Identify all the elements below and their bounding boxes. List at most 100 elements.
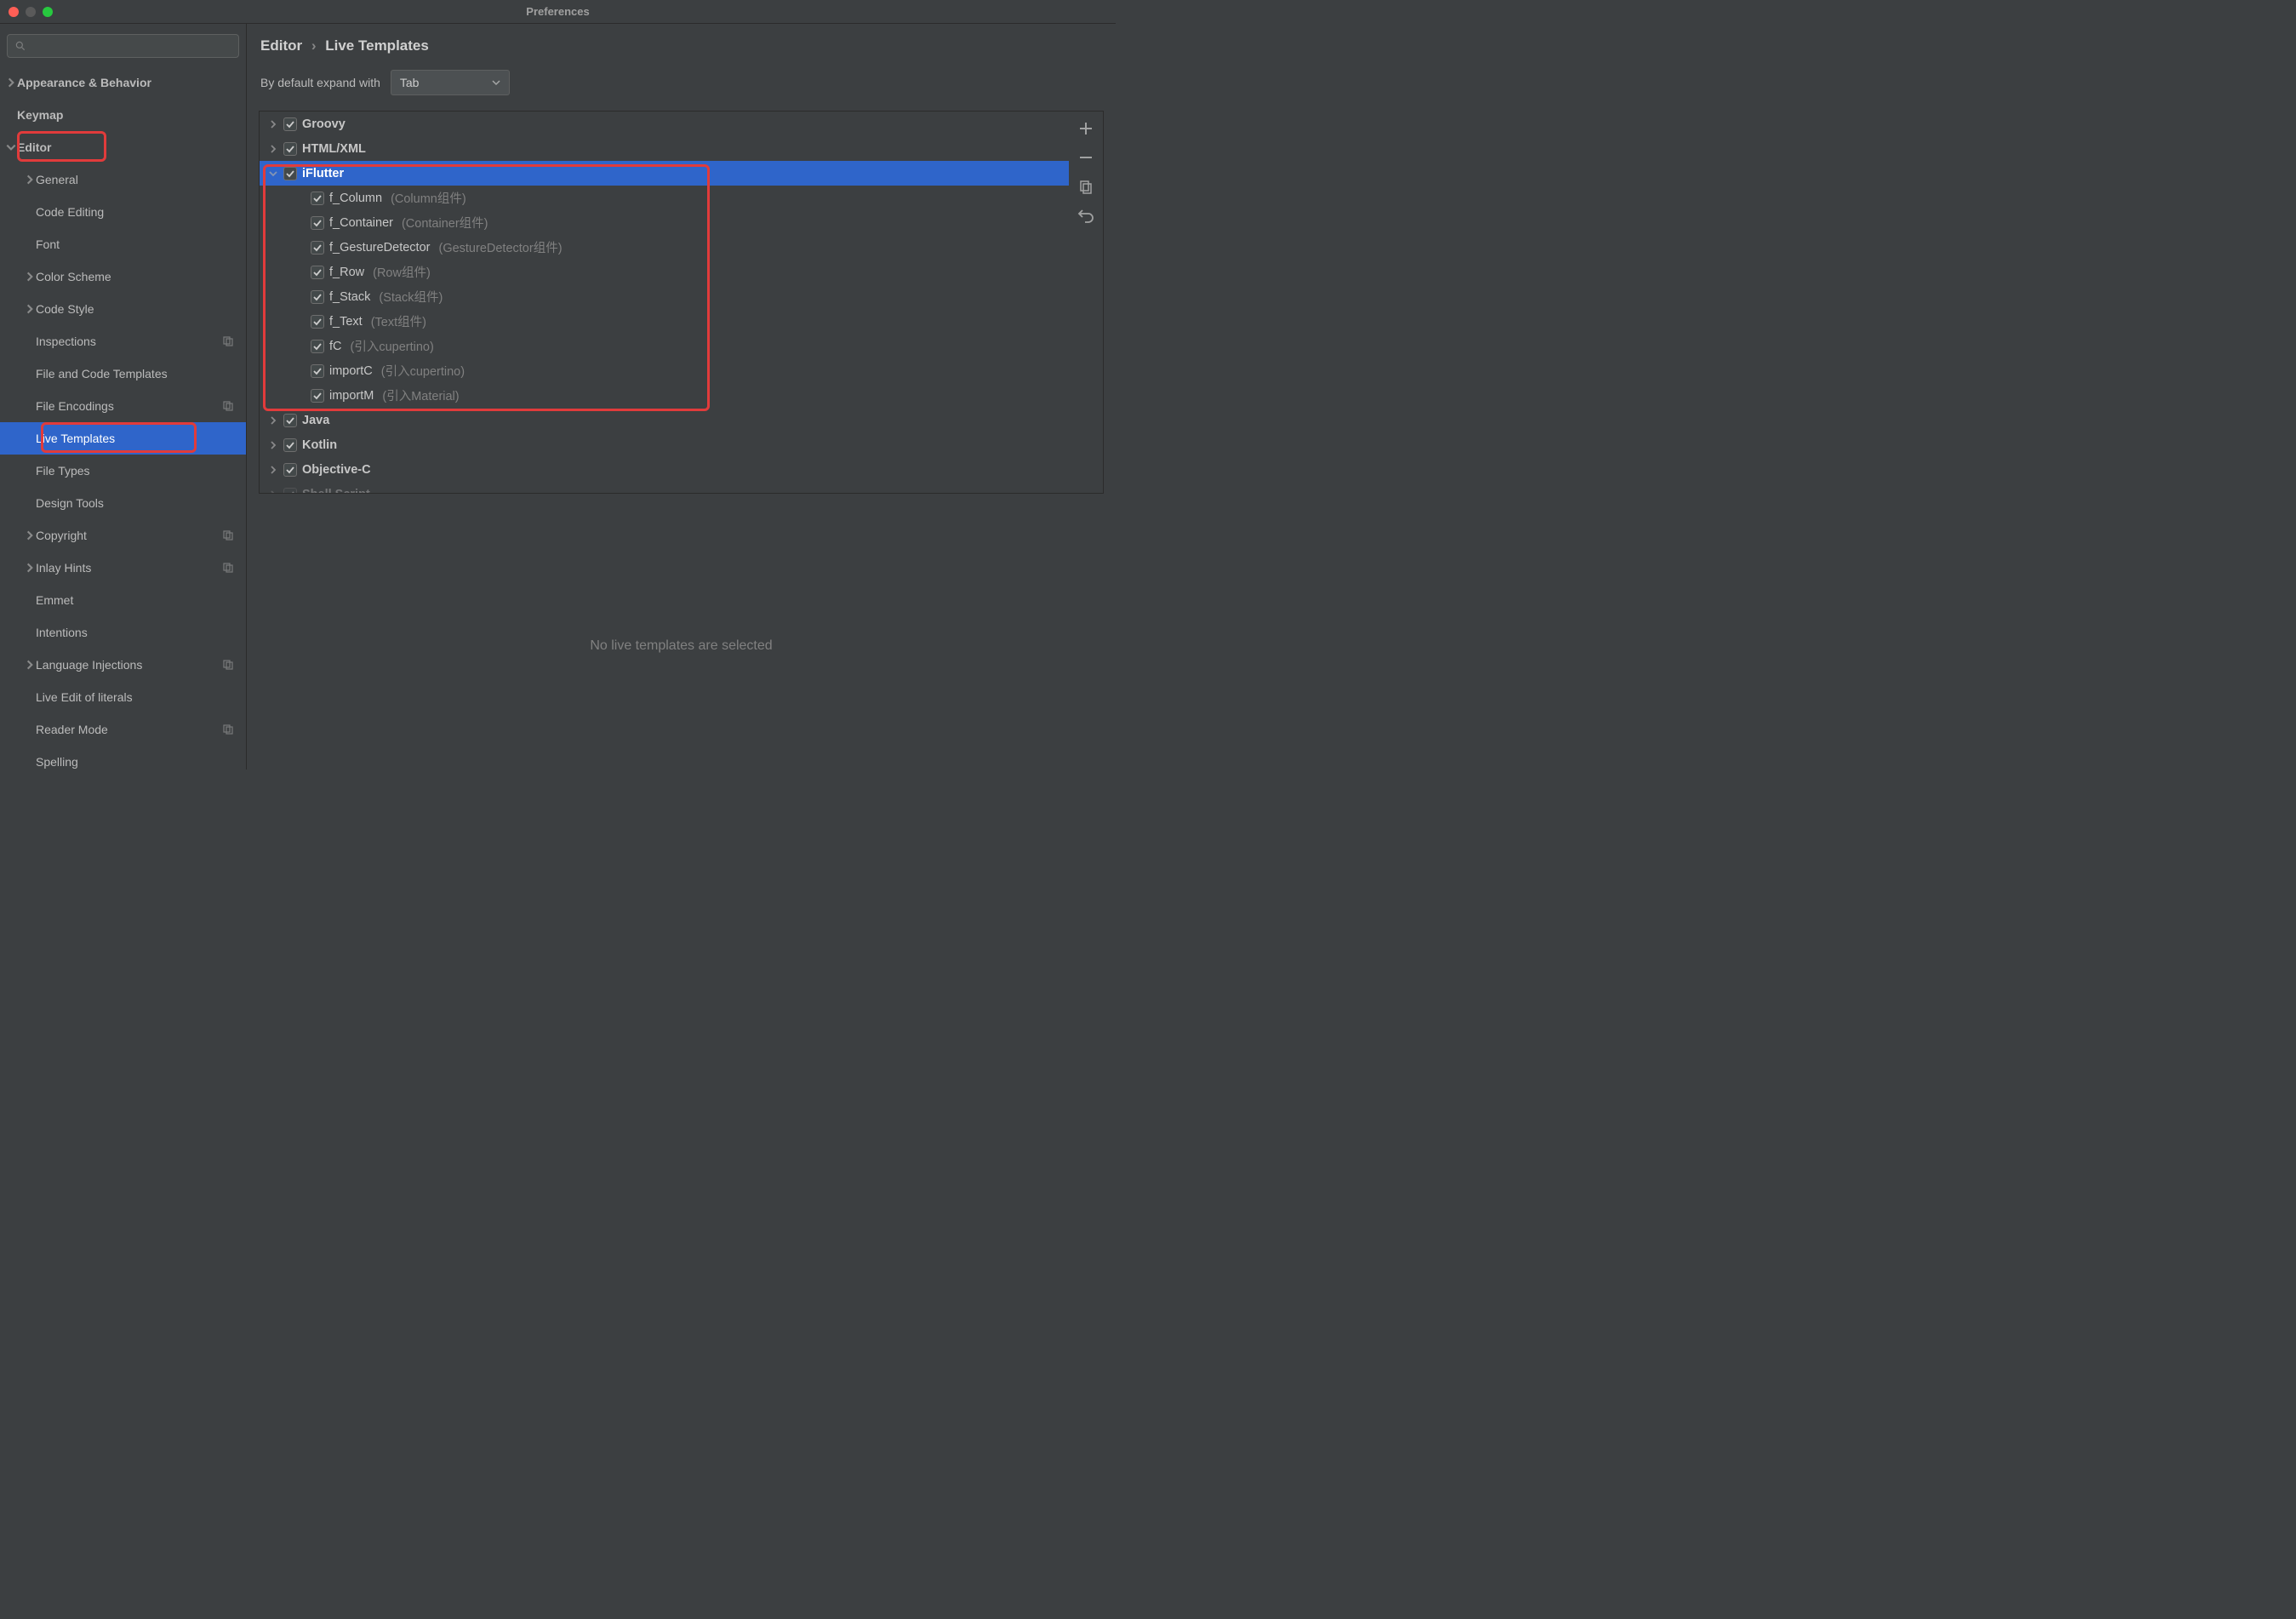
template-group-kotlin[interactable]: Kotlin	[260, 432, 1069, 457]
checkbox[interactable]	[311, 389, 324, 403]
checkbox[interactable]	[283, 167, 297, 180]
scope-copy-icon	[222, 529, 234, 541]
sidebar-item-color-scheme[interactable]: Color Scheme	[0, 260, 246, 293]
add-button[interactable]	[1077, 120, 1094, 137]
breadcrumb-current: Live Templates	[325, 37, 429, 54]
sidebar-item-intentions[interactable]: Intentions	[0, 616, 246, 649]
sidebar-item-editor[interactable]: Editor	[0, 131, 246, 163]
template-item-importc[interactable]: importC(引入cupertino)	[260, 358, 1069, 383]
sidebar-item-live-templates[interactable]: Live Templates	[0, 422, 246, 455]
checkbox[interactable]	[311, 290, 324, 304]
template-group-name: Groovy	[302, 117, 346, 131]
template-item-name: f_GestureDetector	[329, 241, 430, 255]
checkbox[interactable]	[283, 488, 297, 494]
undo-button[interactable]	[1077, 207, 1094, 224]
sidebar-item-label: Code Style	[36, 302, 94, 316]
sidebar-item-spelling[interactable]: Spelling	[0, 746, 246, 769]
sidebar-item-label: Appearance & Behavior	[17, 76, 151, 89]
sidebar-item-code-style[interactable]: Code Style	[0, 293, 246, 325]
sidebar-item-appearance-behavior[interactable]: Appearance & Behavior	[0, 66, 246, 99]
sidebar-item-code-editing[interactable]: Code Editing	[0, 196, 246, 228]
scope-copy-icon	[222, 724, 234, 735]
sidebar-item-copyright[interactable]: Copyright	[0, 519, 246, 552]
sidebar-item-keymap[interactable]: Keymap	[0, 99, 246, 131]
sidebar-item-file-types[interactable]: File Types	[0, 455, 246, 487]
scope-copy-icon	[222, 562, 234, 574]
sidebar-item-label: Font	[36, 237, 60, 251]
checkbox[interactable]	[283, 438, 297, 452]
breadcrumb-separator: ›	[306, 37, 322, 54]
checkbox[interactable]	[311, 340, 324, 353]
remove-button[interactable]	[1077, 149, 1094, 166]
close-window-button[interactable]	[9, 7, 19, 17]
sidebar-item-inlay-hints[interactable]: Inlay Hints	[0, 552, 246, 584]
template-item-f-container[interactable]: f_Container(Container组件)	[260, 210, 1069, 235]
copy-button[interactable]	[1077, 178, 1094, 195]
breadcrumb-parent[interactable]: Editor	[260, 37, 302, 54]
checkbox[interactable]	[311, 364, 324, 378]
template-group-shell-script[interactable]: Shell Script	[260, 482, 1069, 493]
template-group-groovy[interactable]: Groovy	[260, 112, 1069, 136]
chevron-down-icon	[492, 78, 500, 87]
template-item-f-row[interactable]: f_Row (Row组件)	[260, 260, 1069, 284]
scope-copy-icon	[222, 335, 234, 347]
template-item-desc: (Text组件)	[371, 312, 426, 330]
template-group-name: Objective-C	[302, 463, 371, 477]
sidebar-item-label: File Encodings	[36, 399, 114, 413]
checkbox[interactable]	[311, 315, 324, 329]
checkbox[interactable]	[311, 266, 324, 279]
template-group-iflutter[interactable]: iFlutter	[260, 161, 1069, 186]
sidebar-item-label: Emmet	[36, 593, 73, 607]
maximize-window-button[interactable]	[43, 7, 53, 17]
template-item-name: f_Row	[329, 266, 364, 279]
template-group-html-xml[interactable]: HTML/XML	[260, 136, 1069, 161]
template-item-f-column[interactable]: f_Column(Column组件)	[260, 186, 1069, 210]
sidebar-item-general[interactable]: General	[0, 163, 246, 196]
sidebar-item-file-encodings[interactable]: File Encodings	[0, 390, 246, 422]
checkbox[interactable]	[283, 414, 297, 427]
sidebar-item-label: Live Edit of literals	[36, 690, 133, 704]
empty-message: No live templates are selected	[259, 638, 1104, 654]
minimize-window-button[interactable]	[26, 7, 36, 17]
template-item-name: f_Container	[329, 216, 393, 230]
template-item-importm[interactable]: importM(引入Material)	[260, 383, 1069, 408]
template-item-fc[interactable]: fC(引入cupertino)	[260, 334, 1069, 358]
sidebar-item-label: Keymap	[17, 108, 63, 122]
template-group-java[interactable]: Java	[260, 408, 1069, 432]
sidebar-item-emmet[interactable]: Emmet	[0, 584, 246, 616]
sidebar-item-file-and-code-templates[interactable]: File and Code Templates	[0, 358, 246, 390]
template-item-name: f_Text	[329, 315, 363, 329]
sidebar-item-live-edit-of-literals[interactable]: Live Edit of literals	[0, 681, 246, 713]
checkbox[interactable]	[283, 142, 297, 156]
template-item-f-text[interactable]: f_Text (Text组件)	[260, 309, 1069, 334]
sidebar-item-inspections[interactable]: Inspections	[0, 325, 246, 358]
template-item-desc: (引入cupertino)	[351, 337, 434, 355]
sidebar-item-label: Inspections	[36, 335, 96, 348]
sidebar-item-label: Spelling	[36, 755, 78, 769]
templates-panel: Groovy HTML/XMLiFlutterf_Column(Column组件)…	[259, 111, 1104, 494]
checkbox[interactable]	[311, 192, 324, 205]
sidebar-item-label: Editor	[17, 140, 51, 154]
search-icon	[14, 40, 26, 52]
checkbox[interactable]	[283, 463, 297, 477]
template-item-f-gesturedetector[interactable]: f_GestureDetector(GestureDetector组件)	[260, 235, 1069, 260]
checkbox[interactable]	[311, 216, 324, 230]
sidebar-item-language-injections[interactable]: Language Injections	[0, 649, 246, 681]
sidebar-item-label: Design Tools	[36, 496, 104, 510]
template-group-name: Shell Script	[302, 488, 370, 494]
window-title: Preferences	[526, 5, 589, 18]
template-group-objective-c[interactable]: Objective-C	[260, 457, 1069, 482]
search-input[interactable]	[7, 34, 239, 58]
expand-select[interactable]: Tab	[391, 70, 510, 95]
sidebar-item-design-tools[interactable]: Design Tools	[0, 487, 246, 519]
templates-list[interactable]: Groovy HTML/XMLiFlutterf_Column(Column组件)…	[260, 112, 1069, 493]
template-item-f-stack[interactable]: f_Stack(Stack组件)	[260, 284, 1069, 309]
titlebar: Preferences	[0, 0, 1116, 24]
sidebar-item-font[interactable]: Font	[0, 228, 246, 260]
checkbox[interactable]	[311, 241, 324, 255]
checkbox[interactable]	[283, 117, 297, 131]
sidebar-item-reader-mode[interactable]: Reader Mode	[0, 713, 246, 746]
template-item-desc: (Row组件)	[373, 263, 431, 281]
scope-copy-icon	[222, 659, 234, 671]
content-panel: Editor › Live Templates By default expan…	[247, 24, 1116, 769]
